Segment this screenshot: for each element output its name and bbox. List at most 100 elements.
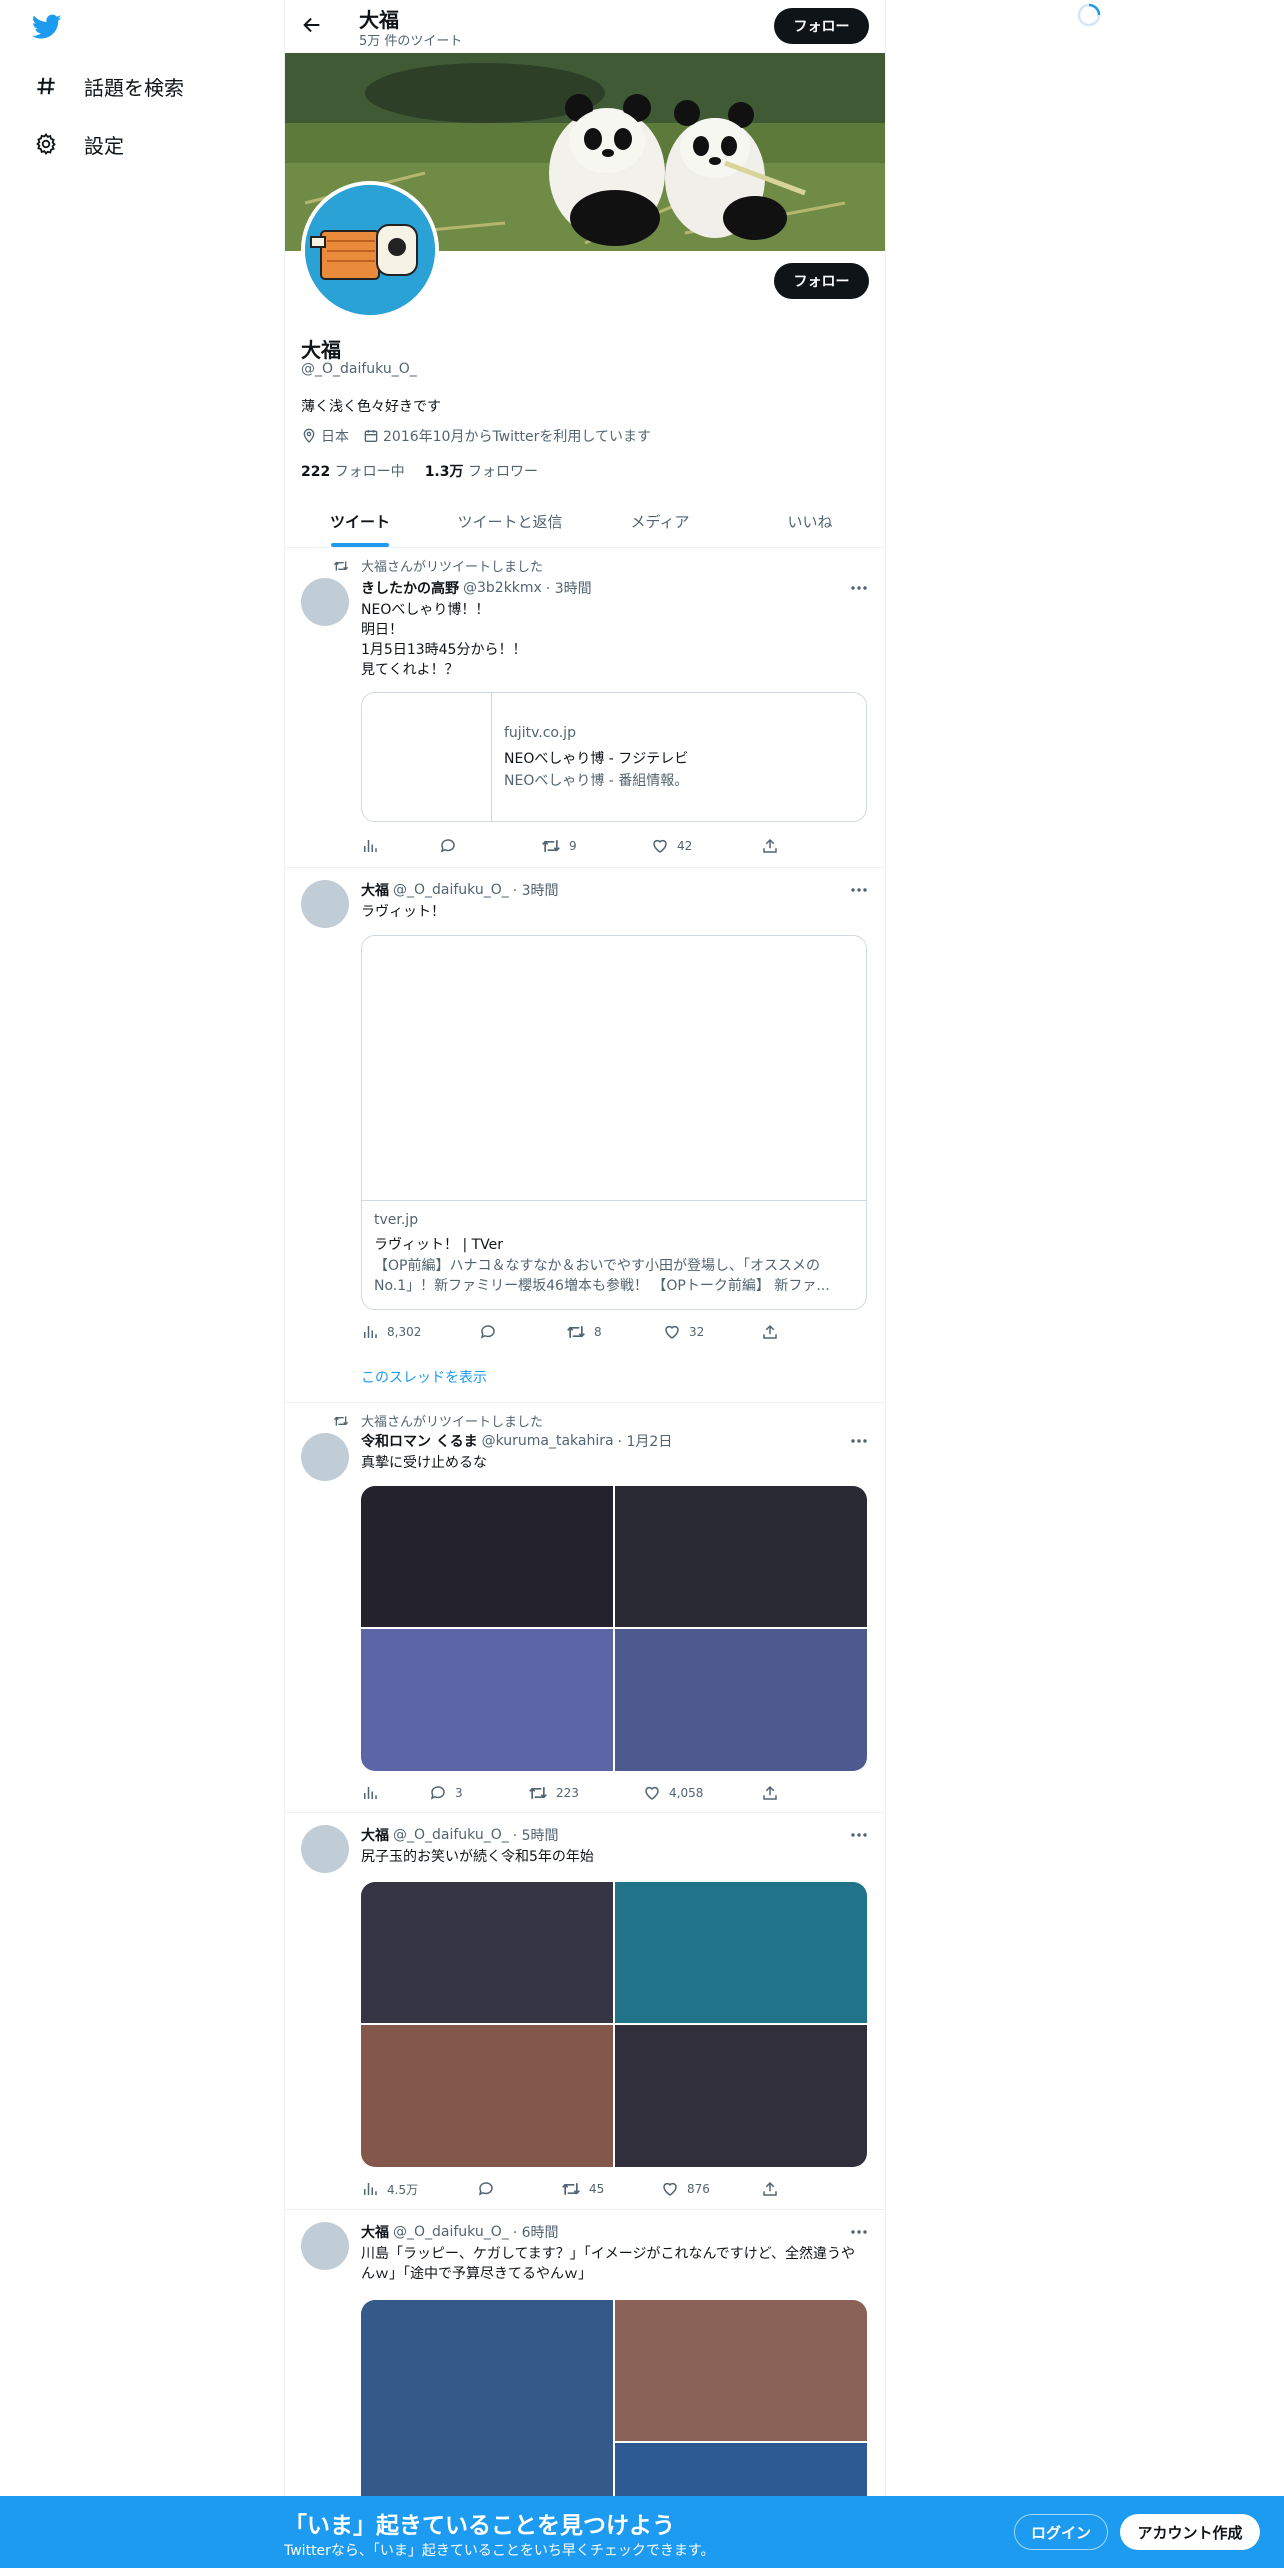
twitter-logo-icon[interactable]: [32, 14, 64, 42]
header-tweet-count: 5万 件のツイート: [359, 34, 463, 49]
more-options-icon[interactable]: [849, 578, 869, 598]
loading-spinner-icon: [1076, 2, 1102, 28]
tweet-author-handle[interactable]: @3b2kkmx: [463, 580, 542, 596]
share-button[interactable]: [761, 1784, 787, 1802]
media-image[interactable]: [361, 1882, 613, 2023]
media-image[interactable]: [615, 1486, 867, 1627]
retweet-count: 45: [589, 2182, 605, 2196]
tweet-header: 大福 @_O_daifuku_O_ · 6時間: [361, 2222, 559, 2242]
retweet-small-icon: [333, 1414, 361, 1428]
following-label: フォロー中: [334, 464, 405, 480]
share-button[interactable]: [761, 2180, 787, 2198]
retweet-button[interactable]: 223: [528, 1784, 579, 1802]
tab-tweets-replies[interactable]: ツイートと返信: [435, 495, 585, 547]
views-button[interactable]: 8,302: [361, 1323, 421, 1341]
link-card-domain: fujitv.co.jp: [504, 725, 576, 741]
link-card[interactable]: tver.jp ラヴィット！ | TVer 【OP前編】ハナコ＆なすなか＆おいで…: [361, 935, 867, 1310]
tweet-author-handle[interactable]: @_O_daifuku_O_: [393, 2224, 509, 2240]
avatar[interactable]: [301, 1433, 349, 1481]
signup-button[interactable]: アカウント作成: [1120, 2514, 1260, 2550]
login-button[interactable]: ログイン: [1014, 2514, 1108, 2550]
media-grid[interactable]: [361, 1882, 867, 2167]
retweet-button[interactable]: 9: [541, 837, 577, 855]
tweet-author-name[interactable]: 大福: [361, 2222, 389, 2242]
tweet-actions: 8,302 8 32: [361, 1323, 781, 1343]
tweet-time[interactable]: · 3時間: [546, 578, 592, 598]
tweet-actions: 3 223 4,058: [361, 1784, 781, 1804]
tweet-text: NEOべしゃり博！！ 明日！ 1月5日13時45分から！！ 見てくれよ！？: [361, 602, 527, 678]
media-image[interactable]: [615, 1629, 867, 1771]
tweet-text: 川島「ラッピー、ケガしてます？」「イメージがこれなんですけど、全然違うやんｗ」「…: [361, 2246, 856, 2282]
show-thread-link[interactable]: このスレッドを表示: [361, 1367, 487, 1387]
tweet[interactable]: 大福 @_O_daifuku_O_ · 3時間 ラヴィット！ tver.jp ラ…: [285, 868, 885, 1403]
retweet-button[interactable]: 8: [566, 1323, 602, 1341]
profile-tabs: ツイート ツイートと返信 メディア いいね: [285, 495, 885, 548]
retweet-icon: [541, 837, 569, 855]
tweet-author-handle[interactable]: @kuruma_takahira: [482, 1433, 614, 1449]
link-card-description: 【OP前編】ハナコ＆なすなか＆おいでやす小田が登場し、「オススメのNo.1」！新…: [374, 1258, 830, 1294]
tweet-time[interactable]: · 1月2日: [618, 1431, 673, 1451]
header-follow-button[interactable]: フォロー: [774, 8, 869, 44]
avatar[interactable]: [301, 2222, 349, 2270]
back-arrow-icon[interactable]: [301, 14, 325, 38]
more-options-icon[interactable]: [849, 2222, 869, 2242]
more-options-icon[interactable]: [849, 1825, 869, 1845]
more-options-icon[interactable]: [849, 880, 869, 900]
reply-button[interactable]: 3: [429, 1784, 463, 1802]
tweet[interactable]: 大福さんがリツイートしました 令和ロマン くるま @kuruma_takahir…: [285, 1403, 885, 1813]
tweet-time[interactable]: · 6時間: [513, 2222, 559, 2242]
signup-banner: 「いま」起きていることを見つけよう Twitterなら、「いま」起きていることを…: [0, 2496, 1284, 2568]
profile-column: 大福 5万 件のツイート フォロー フォロー 大福 @_O_daifuku_O_…: [284, 0, 886, 2568]
tweet-author-name[interactable]: 大福: [361, 1825, 389, 1845]
media-grid[interactable]: [361, 1486, 867, 1771]
nav-settings-label: 設定: [84, 133, 124, 158]
tweet-time[interactable]: · 5時間: [513, 1825, 559, 1845]
link-card-domain: tver.jp: [374, 1212, 419, 1228]
profile-joined: 2016年10月からTwitterを利用しています: [363, 426, 651, 446]
like-button[interactable]: 876: [661, 2180, 710, 2198]
media-image[interactable]: [361, 2025, 613, 2167]
avatar[interactable]: [301, 1825, 349, 1873]
media-image[interactable]: [615, 1882, 867, 2023]
tweet-author-name[interactable]: 大福: [361, 880, 389, 900]
media-image[interactable]: [615, 2300, 867, 2441]
views-button[interactable]: [361, 837, 387, 855]
share-button[interactable]: [761, 837, 787, 855]
tab-likes[interactable]: いいね: [735, 495, 885, 547]
views-button[interactable]: 4.5万: [361, 2180, 418, 2198]
like-button[interactable]: 32: [663, 1323, 704, 1341]
tweet-author-name[interactable]: きしたかの高野: [361, 578, 459, 598]
link-card[interactable]: fujitv.co.jp NEOべしゃり博 - フジテレビ NEOべしゃり博 -…: [361, 692, 867, 822]
tab-media[interactable]: メディア: [585, 495, 735, 547]
media-image[interactable]: [615, 2025, 867, 2167]
tab-tweets[interactable]: ツイート: [285, 495, 435, 547]
more-options-icon[interactable]: [849, 1431, 869, 1451]
tweet-author-name[interactable]: 令和ロマン くるま: [361, 1431, 478, 1451]
reply-button[interactable]: [479, 1323, 505, 1341]
tweet[interactable]: 大福 @_O_daifuku_O_ · 5時間 尻子玉的お笑いが続く令和5年の年…: [285, 1813, 885, 2210]
media-image[interactable]: [361, 1486, 613, 1627]
like-button[interactable]: 4,058: [643, 1784, 703, 1802]
reply-button[interactable]: [439, 837, 465, 855]
media-image[interactable]: [361, 1629, 613, 1771]
tweet-header: 令和ロマン くるま @kuruma_takahira · 1月2日: [361, 1431, 672, 1451]
retweet-button[interactable]: 45: [561, 2180, 604, 2198]
tweet[interactable]: 大福さんがリツイートしました きしたかの高野 @3b2kkmx · 3時間 NE…: [285, 548, 885, 868]
avatar[interactable]: [301, 880, 349, 928]
retweet-count: 223: [556, 1786, 579, 1800]
nav-settings[interactable]: 設定: [32, 124, 124, 164]
nav-explore[interactable]: 話題を検索: [32, 66, 184, 106]
avatar[interactable]: [301, 578, 349, 626]
analytics-icon: [361, 837, 387, 855]
following-link[interactable]: 222 フォロー中: [301, 461, 405, 481]
followers-link[interactable]: 1.3万 フォロワー: [425, 461, 538, 481]
share-button[interactable]: [761, 1323, 787, 1341]
tweet-time[interactable]: · 3時間: [513, 880, 559, 900]
views-button[interactable]: [361, 1784, 387, 1802]
like-button[interactable]: 42: [651, 837, 692, 855]
tweet-author-handle[interactable]: @_O_daifuku_O_: [393, 1827, 509, 1843]
profile-avatar[interactable]: [301, 181, 439, 319]
reply-button[interactable]: [477, 2180, 503, 2198]
tweet-author-handle[interactable]: @_O_daifuku_O_: [393, 882, 509, 898]
profile-follow-button[interactable]: フォロー: [774, 263, 869, 299]
